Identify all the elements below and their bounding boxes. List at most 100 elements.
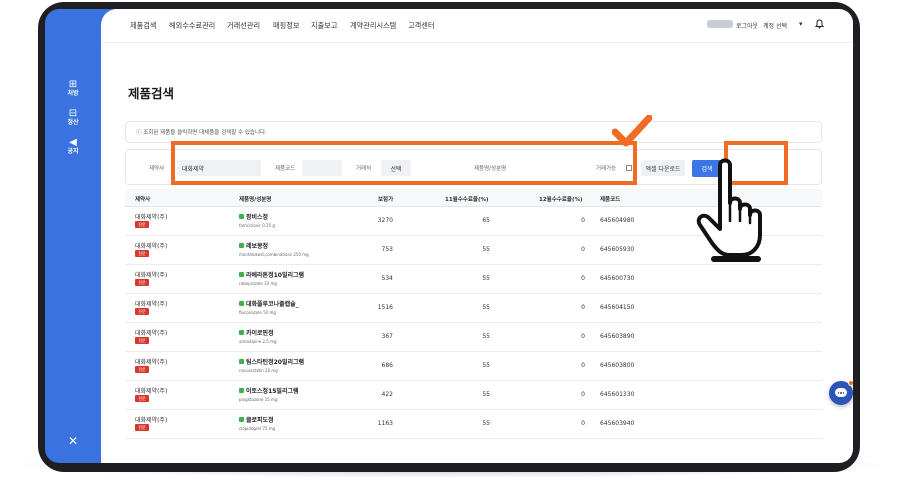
product-name-cell[interactable]: 레보몽정 xyxy=(239,241,268,250)
rate-nov-cell: 55 xyxy=(482,420,490,427)
table-row[interactable]: 대화제약(주) 전문 대화플루코나졸캡슐_ fluconazole 50 mg 1516… xyxy=(125,294,822,323)
product-name-cell[interactable]: 카이로핀정 xyxy=(239,328,274,337)
account-select[interactable]: 계정 선택 xyxy=(763,21,787,30)
rate-dec-cell: 0 xyxy=(581,246,585,253)
header-rate-dec: 12월수수료율(%) xyxy=(539,197,583,203)
price-cell: 1516 xyxy=(377,304,393,311)
settings-tools-button[interactable]: ✕ xyxy=(59,434,87,448)
maker-label: 제약사 xyxy=(149,166,165,172)
rate-nov-cell: 55 xyxy=(482,362,490,369)
sidebar-item-prescription[interactable]: ⊞ 처방 xyxy=(59,79,87,98)
rate-dec-cell: 0 xyxy=(581,333,585,340)
nav-overseas-fee[interactable]: 해외수수료관리 xyxy=(169,21,215,31)
rate-nov-cell: 55 xyxy=(482,275,490,282)
chevron-down-icon[interactable]: ▾ xyxy=(799,20,803,28)
available-dot-icon xyxy=(239,388,244,393)
rx-badge: 전문 xyxy=(135,395,149,402)
rate-nov-cell: 55 xyxy=(482,391,490,398)
sidebar-item-label: 처방 xyxy=(67,90,79,97)
header-price: 보험가 xyxy=(378,197,394,203)
nav-product-search[interactable]: 제품검색 xyxy=(130,21,156,31)
bell-icon[interactable] xyxy=(815,19,824,29)
nav-mapping-info[interactable]: 매핑정보 xyxy=(273,21,299,31)
rx-badge: 전문 xyxy=(135,221,149,228)
rate-dec-cell: 0 xyxy=(581,304,585,311)
product-name: 대화플루코나졸캡슐_ xyxy=(246,301,299,308)
product-name: 레보몽정 xyxy=(246,243,269,250)
maker-cell: 대화제약(주) xyxy=(135,272,168,279)
ingredient-cell: rosuvastatin 20 mg xyxy=(239,368,278,373)
price-cell: 534 xyxy=(381,275,393,282)
rate-nov-cell: 65 xyxy=(482,217,490,224)
sidebar-item-label: 공지 xyxy=(67,148,79,155)
available-dot-icon xyxy=(239,330,244,335)
user-name-redacted xyxy=(707,20,733,28)
ingredient-cell: famciclovir 0.25 g xyxy=(239,223,275,228)
maker-cell: 대화제약(주) xyxy=(135,243,168,250)
rx-badge: 전문 xyxy=(135,308,149,315)
code-cell: 645605930 xyxy=(600,246,635,253)
nav-partner-management[interactable]: 거래선관리 xyxy=(227,21,260,31)
top-navigation: 제품검색 해외수수료관리 거래선관리 매핑정보 지출보고 계약관리시스템 고객센… xyxy=(101,9,853,43)
available-dot-icon xyxy=(239,417,244,422)
ingredient-cell: rabeprazole 10 mg xyxy=(239,281,277,286)
table-row[interactable]: 대화제약(주) 전문 카이로핀정 amlodipine 2.5 mg 367 55 0 645… xyxy=(125,323,822,352)
ingredient-cell: fluconazole 50 mg xyxy=(239,310,276,315)
rate-nov-cell: 55 xyxy=(482,246,490,253)
code-cell: 645604150 xyxy=(600,304,635,311)
notification-dot xyxy=(848,380,853,386)
nav-expense-report[interactable]: 지출보고 xyxy=(311,21,337,31)
available-dot-icon xyxy=(239,214,244,219)
table-row[interactable]: 대화제약(주) 전문 라베라톤정10밀리그램 rabeprazole 10 mg 534… xyxy=(125,265,822,294)
excel-download-button[interactable]: 엑셀 다운로드 xyxy=(641,160,685,176)
code-cell: 645601330 xyxy=(600,391,635,398)
rx-badge: 전문 xyxy=(135,424,149,431)
prescription-icon: ⊞ xyxy=(68,79,78,90)
price-cell: 367 xyxy=(381,333,393,340)
logout-link[interactable]: 로그아웃 xyxy=(736,21,758,30)
settlement-icon: ⊟ xyxy=(68,108,78,119)
maker-cell: 대화제약(주) xyxy=(135,214,168,221)
mockup-stage: ⊞ 처방 ⊟ 정산 ◀ 공지 ✕ 제품검색 해외수수료관리 거래선관리 매핑정보 xyxy=(0,0,900,486)
rate-dec-cell: 0 xyxy=(581,420,585,427)
maker-cell: 대화제약(주) xyxy=(135,359,168,366)
checkmark-icon xyxy=(612,115,652,147)
nav-contract-system[interactable]: 계약관리시스템 xyxy=(350,21,396,31)
code-cell: 645603890 xyxy=(600,333,635,340)
code-cell: 645600730 xyxy=(600,275,635,282)
product-name-cell[interactable]: 클로피도정 xyxy=(239,415,274,424)
sidebar-item-label: 정산 xyxy=(67,119,79,126)
chat-button[interactable] xyxy=(829,380,853,405)
price-cell: 686 xyxy=(381,362,393,369)
rx-badge: 전문 xyxy=(135,279,149,286)
ingredient-cell: amlodipine 2.5 mg xyxy=(239,339,277,344)
product-name-cell[interactable]: 이토스정15밀리그램 xyxy=(239,386,299,395)
product-name-cell[interactable]: 라베라톤정10밀리그램 xyxy=(239,270,304,279)
rate-dec-cell: 0 xyxy=(581,362,585,369)
tools-icon: ✕ xyxy=(67,434,79,448)
maker-cell: 대화제약(주) xyxy=(135,301,168,308)
page-title: 제품검색 xyxy=(128,86,175,101)
product-name-cell[interactable]: 대화플루코나졸캡슐_ xyxy=(239,299,299,308)
available-dot-icon xyxy=(239,301,244,306)
rx-badge: 전문 xyxy=(135,250,149,257)
table-row[interactable]: 대화제약(주) 전문 팀스타틴정20밀리그램 rosuvastatin 20 mg 68… xyxy=(125,352,822,381)
ingredient-cell: pioglitazone 15 mg xyxy=(239,397,278,402)
available-dot-icon xyxy=(239,359,244,364)
product-name: 라베라톤정10밀리그램 xyxy=(246,272,305,279)
sidebar-item-announcement[interactable]: ◀ 공지 xyxy=(59,137,87,156)
nav-customer-center[interactable]: 고객센터 xyxy=(408,21,434,31)
table-row[interactable]: 대화제약(주) 전문 클로피도정 clopidogrel 75 mg 1163 55 0 64… xyxy=(125,410,822,439)
filter-highlight-box xyxy=(171,141,637,185)
product-name: 클로피도정 xyxy=(246,417,274,424)
table-row[interactable]: 대화제약(주) 전문 이토스정15밀리그램 pioglitazone 15 mg 422… xyxy=(125,381,822,410)
maker-cell: 대화제약(주) xyxy=(135,388,168,395)
price-cell: 3270 xyxy=(377,217,393,224)
sidebar-item-settlement[interactable]: ⊟ 정산 xyxy=(59,108,87,127)
product-name-cell[interactable]: 팜비스정 xyxy=(239,212,268,221)
announcement-icon: ◀ xyxy=(69,137,77,148)
ingredient-cell: montelukast,combinations 250 mg xyxy=(239,252,309,257)
code-cell: 645603940 xyxy=(600,420,635,427)
rate-nov-cell: 55 xyxy=(482,333,490,340)
product-name-cell[interactable]: 팀스타틴정20밀리그램 xyxy=(239,357,304,366)
